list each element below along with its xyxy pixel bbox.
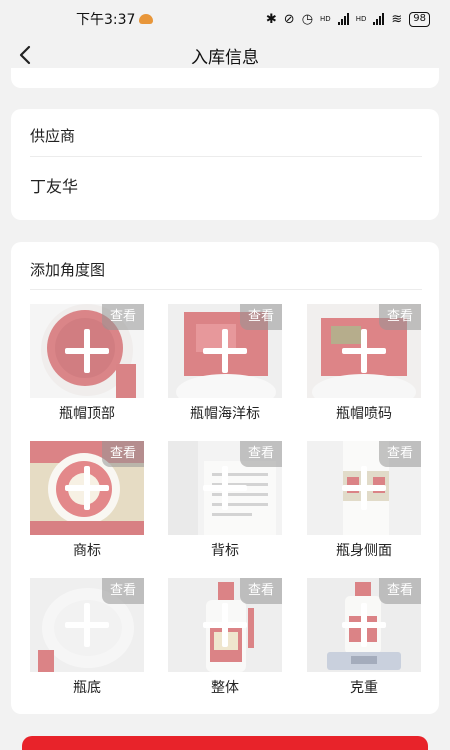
previous-section-card (11, 68, 439, 88)
photo-label: 背标 (211, 543, 239, 559)
photo-slot-whole-bottle: 查看 整体 (168, 578, 282, 697)
supplier-card: 供应商 丁友华 (11, 109, 439, 220)
view-button[interactable]: 查看 (379, 441, 421, 467)
photo-upload-bottle-side[interactable]: 查看 (307, 441, 421, 535)
supplier-label: 供应商 (30, 127, 76, 145)
plus-icon (342, 329, 386, 373)
submit-button[interactable] (22, 736, 428, 750)
photo-upload-cap-ocean-mark[interactable]: 查看 (168, 304, 282, 398)
status-bar: 下午3:37 ✱ ⊘ ◷ HD HD ≋ 98 (0, 0, 450, 38)
mute-icon: ⊘ (283, 11, 295, 27)
photo-slot-cap-top: 查看 瓶帽顶部 (30, 304, 144, 423)
bluetooth-icon: ✱ (265, 11, 277, 27)
view-button[interactable]: 查看 (379, 304, 421, 330)
plus-icon (342, 603, 386, 647)
plus-icon (203, 329, 247, 373)
angle-photos-card: 添加角度图 查看 瓶帽顶部 查看 瓶帽海洋标 查看 瓶帽喷码 查看 商标 查看 … (11, 242, 439, 714)
back-button[interactable] (14, 42, 38, 68)
photo-label: 瓶帽顶部 (59, 406, 115, 422)
status-time: 下午3:37 (76, 12, 136, 28)
plus-icon (342, 466, 386, 510)
plus-icon (65, 329, 109, 373)
battery-icon: 98 (409, 11, 430, 27)
photo-upload-whole-bottle[interactable]: 查看 (168, 578, 282, 672)
network-label: HD (320, 15, 331, 23)
photo-slot-bottle-side: 查看 瓶身侧面 (307, 441, 421, 560)
photo-upload-bottle-bottom[interactable]: 查看 (30, 578, 144, 672)
photo-slot-weight: 查看 克重 (307, 578, 421, 697)
photos-section-title: 添加角度图 (30, 261, 106, 279)
photo-label: 瓶底 (73, 680, 101, 696)
alarm-icon: ◷ (301, 11, 314, 27)
plus-icon (65, 466, 109, 510)
photo-label: 瓶帽喷码 (336, 406, 392, 422)
page-title: 入库信息 (191, 47, 259, 68)
view-button[interactable]: 查看 (240, 578, 282, 604)
view-button[interactable]: 查看 (102, 578, 144, 604)
wifi-icon: ≋ (391, 11, 403, 27)
chevron-left-icon (19, 45, 31, 65)
view-button[interactable]: 查看 (379, 578, 421, 604)
photo-label: 整体 (211, 680, 239, 696)
photo-slot-bottle-bottom: 查看 瓶底 (30, 578, 144, 697)
photo-upload-cap-top[interactable]: 查看 (30, 304, 144, 398)
plus-icon (203, 603, 247, 647)
supplier-value[interactable]: 丁友华 (30, 173, 78, 197)
view-button[interactable]: 查看 (102, 441, 144, 467)
signal-icon (337, 13, 349, 25)
photo-label: 瓶身侧面 (336, 543, 392, 559)
photo-slot-back-label: 查看 背标 (168, 441, 282, 560)
view-button[interactable]: 查看 (240, 304, 282, 330)
photo-slot-cap-code: 查看 瓶帽喷码 (307, 304, 421, 423)
photo-label: 瓶帽海洋标 (190, 406, 260, 422)
photo-slot-cap-ocean-mark: 查看 瓶帽海洋标 (168, 304, 282, 423)
photo-upload-cap-code[interactable]: 查看 (307, 304, 421, 398)
photo-upload-brand-label[interactable]: 查看 (30, 441, 144, 535)
photo-label: 商标 (73, 543, 101, 559)
photo-upload-back-label[interactable]: 查看 (168, 441, 282, 535)
app-notification-icon (139, 14, 154, 24)
divider (30, 289, 422, 290)
network-label: HD (355, 15, 367, 23)
photo-upload-weight[interactable]: 查看 (307, 578, 421, 672)
nav-bar: 入库信息 (0, 38, 450, 72)
photo-label: 克重 (350, 680, 378, 696)
signal-icon (373, 13, 385, 25)
divider (30, 156, 422, 157)
plus-icon (65, 603, 109, 647)
view-button[interactable]: 查看 (240, 441, 282, 467)
view-button[interactable]: 查看 (102, 304, 144, 330)
photo-slot-brand-label: 查看 商标 (30, 441, 144, 560)
plus-icon (203, 466, 247, 510)
